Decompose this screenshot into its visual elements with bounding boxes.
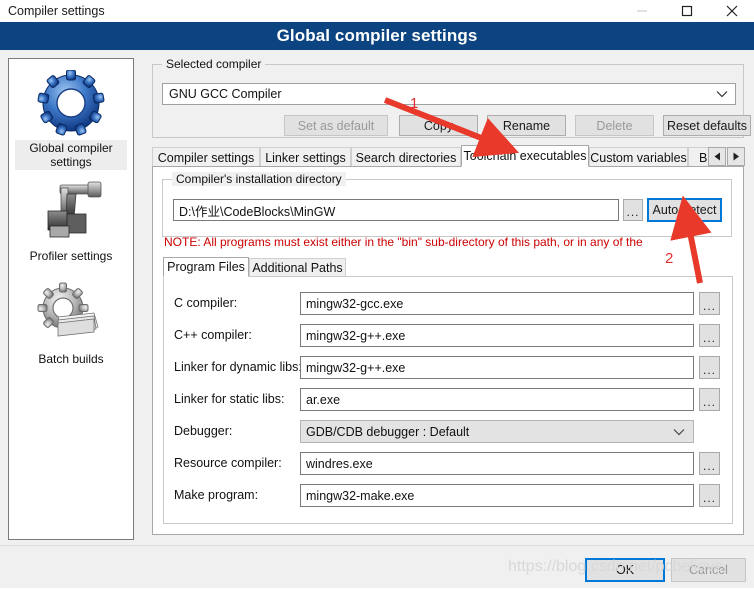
linker-static-input[interactable]: ar.exe [300, 388, 694, 411]
linker-dynamic-input[interactable]: mingw32-g++.exe [300, 356, 694, 379]
gray-gear-pages-icon [35, 278, 107, 350]
profiler-tool-icon [35, 175, 107, 247]
sidebar-item-profiler-settings[interactable]: Profiler settings [9, 170, 133, 264]
close-icon [726, 5, 737, 17]
tab-toolchain-executables[interactable]: Toolchain executables [461, 145, 589, 167]
delete-button[interactable]: Delete [575, 115, 654, 136]
window-title: Compiler settings [8, 4, 105, 18]
blue-gear-icon [35, 67, 107, 139]
debugger-label: Debugger: [174, 424, 233, 438]
linker-static-browse-button[interactable]: ... [699, 388, 720, 411]
triangle-left-icon [714, 152, 720, 161]
make-program-browse-button[interactable]: ... [699, 484, 720, 507]
field-row-cpp-compiler: C++ compiler: mingw32-g++.exe ... [164, 324, 732, 348]
program-files-panel: C compiler: mingw32-gcc.exe ... C++ comp… [163, 276, 733, 524]
program-files-tabstrip: Program Files Additional Paths [163, 257, 733, 277]
tabstrip-scroll-right-button[interactable] [727, 147, 745, 166]
copy-button[interactable]: Copy [399, 115, 478, 136]
triangle-right-icon [733, 152, 739, 161]
field-row-make-program: Make program: mingw32-make.exe ... [164, 484, 732, 508]
tab-additional-paths[interactable]: Additional Paths [249, 258, 346, 277]
ok-button[interactable]: OK [585, 558, 665, 582]
sidebar-item-label: Global compiler settings [15, 140, 127, 170]
installation-directory-group: Compiler's installation directory D:\作业\… [162, 172, 732, 237]
debugger-select[interactable]: GDB/CDB debugger : Default [300, 420, 694, 443]
maximize-button[interactable] [664, 0, 709, 22]
sidebar-item-batch-builds[interactable]: Batch builds [9, 264, 133, 367]
rename-button[interactable]: Rename [487, 115, 566, 136]
c-compiler-input[interactable]: mingw32-gcc.exe [300, 292, 694, 315]
field-row-linker-static: Linker for static libs: ar.exe ... [164, 388, 732, 412]
make-program-input[interactable]: mingw32-make.exe [300, 484, 694, 507]
tab-search-directories[interactable]: Search directories [351, 147, 461, 167]
minimize-icon [636, 10, 647, 12]
debugger-select-value: GDB/CDB debugger : Default [306, 424, 470, 439]
close-button[interactable] [709, 0, 754, 22]
page-title: Global compiler settings [276, 26, 478, 45]
chevron-down-icon [716, 91, 728, 98]
linker-static-label: Linker for static libs: [174, 392, 285, 406]
tabstrip-scroll-left-button[interactable] [708, 147, 726, 166]
sidebar-item-global-compiler-settings[interactable]: Global compiler settings [9, 59, 133, 170]
reset-defaults-button[interactable]: Reset defaults [663, 115, 751, 136]
dialog-header: Global compiler settings [0, 22, 754, 50]
make-program-label: Make program: [174, 488, 259, 502]
chevron-down-icon [673, 428, 685, 435]
resource-compiler-input[interactable]: windres.exe [300, 452, 694, 475]
maximize-icon [681, 5, 692, 17]
cpp-compiler-input[interactable]: mingw32-g++.exe [300, 324, 694, 347]
resource-compiler-browse-button[interactable]: ... [699, 452, 720, 475]
auto-detect-button[interactable]: Auto-detect [647, 198, 722, 222]
resource-compiler-label: Resource compiler: [174, 456, 282, 470]
installation-note: NOTE: All programs must exist either in … [164, 235, 643, 249]
field-row-debugger: Debugger: GDB/CDB debugger : Default [164, 420, 732, 444]
compiler-select-value: GNU GCC Compiler [169, 87, 282, 101]
cpp-compiler-label: C++ compiler: [174, 328, 252, 342]
settings-content: Selected compiler GNU GCC Compiler Set a… [142, 50, 751, 545]
installation-directory-group-title: Compiler's installation directory [172, 172, 346, 186]
toolchain-executables-panel: Compiler's installation directory D:\作业\… [152, 166, 744, 535]
cpp-compiler-browse-button[interactable]: ... [699, 324, 720, 347]
tab-custom-variables[interactable]: Custom variables [589, 147, 688, 167]
sidebar-item-label: Batch builds [38, 352, 104, 366]
cancel-button[interactable]: Cancel [671, 558, 746, 582]
installation-directory-input[interactable]: D:\作业\CodeBlocks\MinGW [173, 199, 619, 221]
compiler-select[interactable]: GNU GCC Compiler [162, 83, 736, 105]
tab-compiler-settings[interactable]: Compiler settings [152, 147, 260, 167]
selected-compiler-group: Selected compiler GNU GCC Compiler Set a… [152, 57, 751, 138]
minimize-button[interactable] [619, 0, 664, 22]
field-row-resource-compiler: Resource compiler: windres.exe ... [164, 452, 732, 476]
c-compiler-label: C compiler: [174, 296, 238, 310]
window-titlebar: Compiler settings [0, 0, 754, 22]
installation-directory-browse-button[interactable]: ... [623, 199, 643, 221]
field-row-c-compiler: C compiler: mingw32-gcc.exe ... [164, 292, 732, 316]
window-controls [619, 0, 754, 22]
field-row-linker-dynamic: Linker for dynamic libs: mingw32-g++.exe… [164, 356, 732, 380]
tab-program-files[interactable]: Program Files [163, 257, 249, 277]
tab-linker-settings[interactable]: Linker settings [260, 147, 351, 167]
sidebar: Global compiler settings Profiler settin… [8, 58, 134, 540]
dialog-footer: OK Cancel [0, 545, 754, 588]
selected-compiler-group-title: Selected compiler [162, 57, 266, 71]
set-as-default-button[interactable]: Set as default [284, 115, 388, 136]
c-compiler-browse-button[interactable]: ... [699, 292, 720, 315]
sidebar-item-label: Profiler settings [29, 249, 113, 263]
linker-dynamic-label: Linker for dynamic libs: [174, 360, 302, 374]
settings-tabstrip: Compiler settings Linker settings Search… [152, 145, 745, 167]
linker-dynamic-browse-button[interactable]: ... [699, 356, 720, 379]
dialog-body: Global compiler settings Profiler settin… [0, 50, 754, 545]
